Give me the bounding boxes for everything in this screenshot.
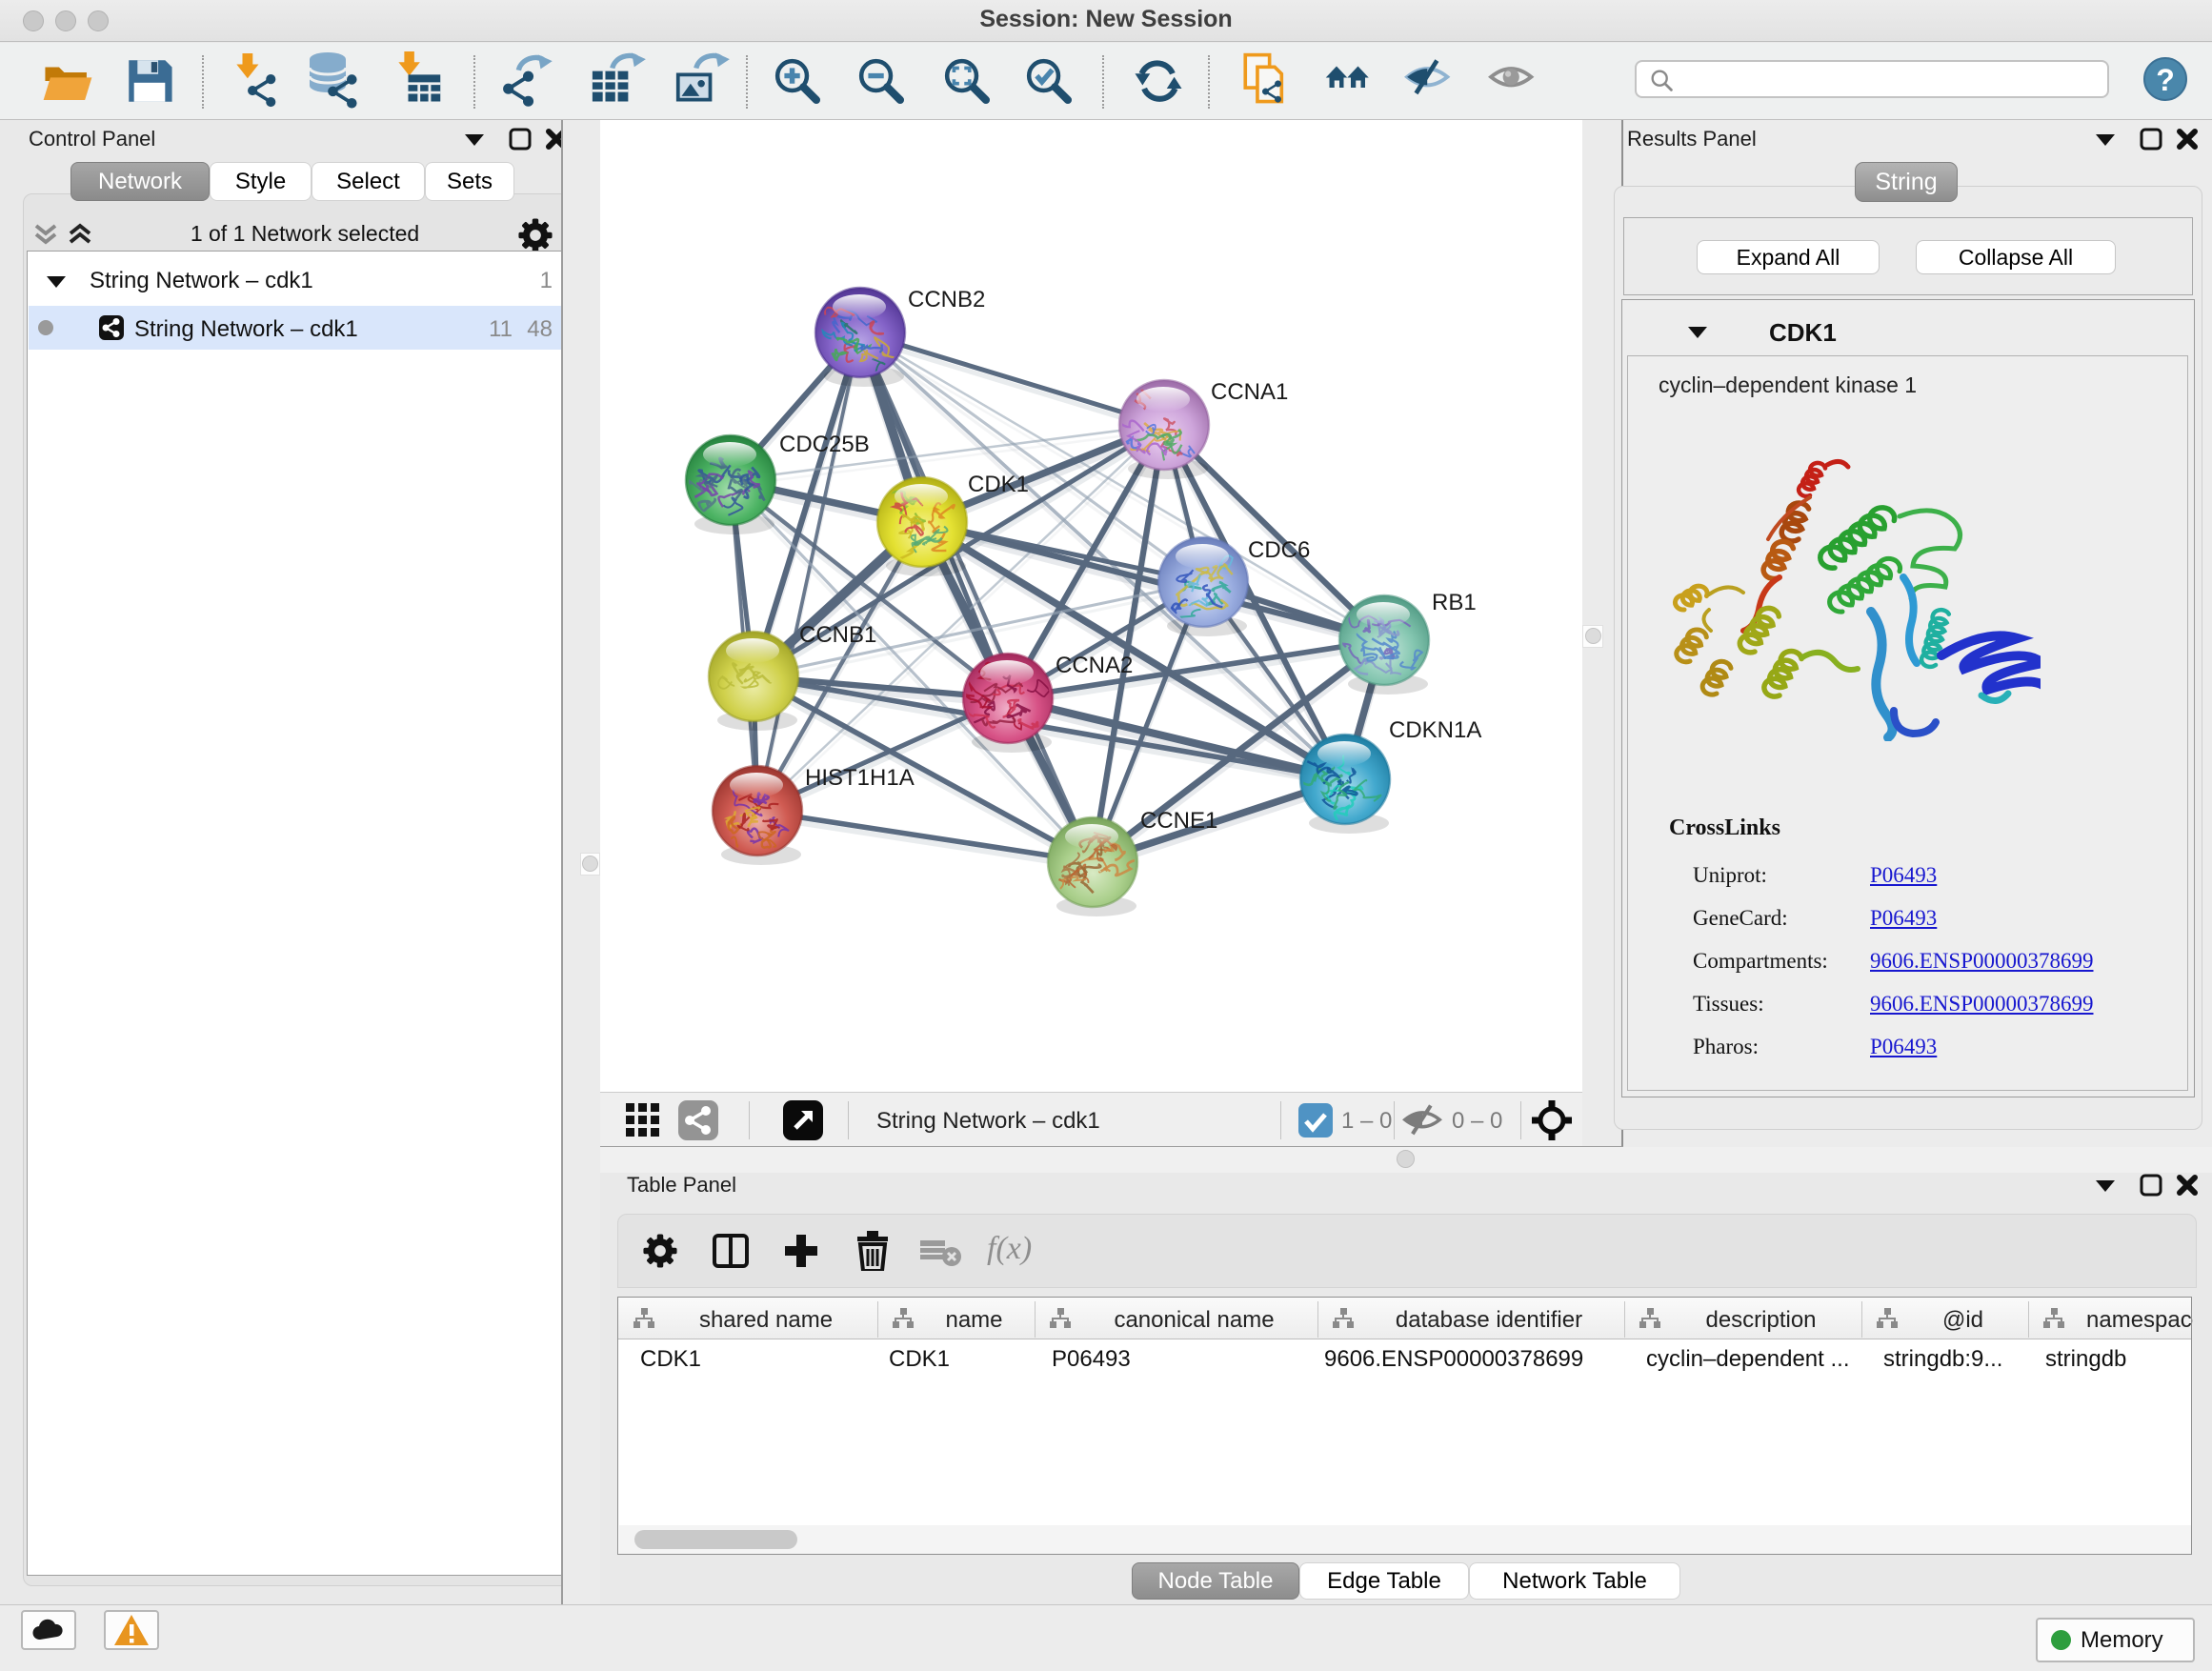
svg-text:CDK1: CDK1: [968, 472, 1029, 497]
svg-text:CDC6: CDC6: [1248, 537, 1310, 563]
svg-text:CDC25B: CDC25B: [779, 432, 870, 457]
svg-text:CCNB1: CCNB1: [799, 622, 876, 648]
svg-text:CDKN1A: CDKN1A: [1389, 717, 1481, 743]
svg-text:CCNA1: CCNA1: [1211, 379, 1288, 405]
svg-text:CCNB2: CCNB2: [908, 287, 985, 312]
svg-text:CCNA2: CCNA2: [1056, 653, 1133, 678]
svg-text:CCNE1: CCNE1: [1140, 808, 1217, 834]
svg-text:RB1: RB1: [1432, 590, 1477, 615]
svg-text:HIST1H1A: HIST1H1A: [805, 765, 915, 791]
